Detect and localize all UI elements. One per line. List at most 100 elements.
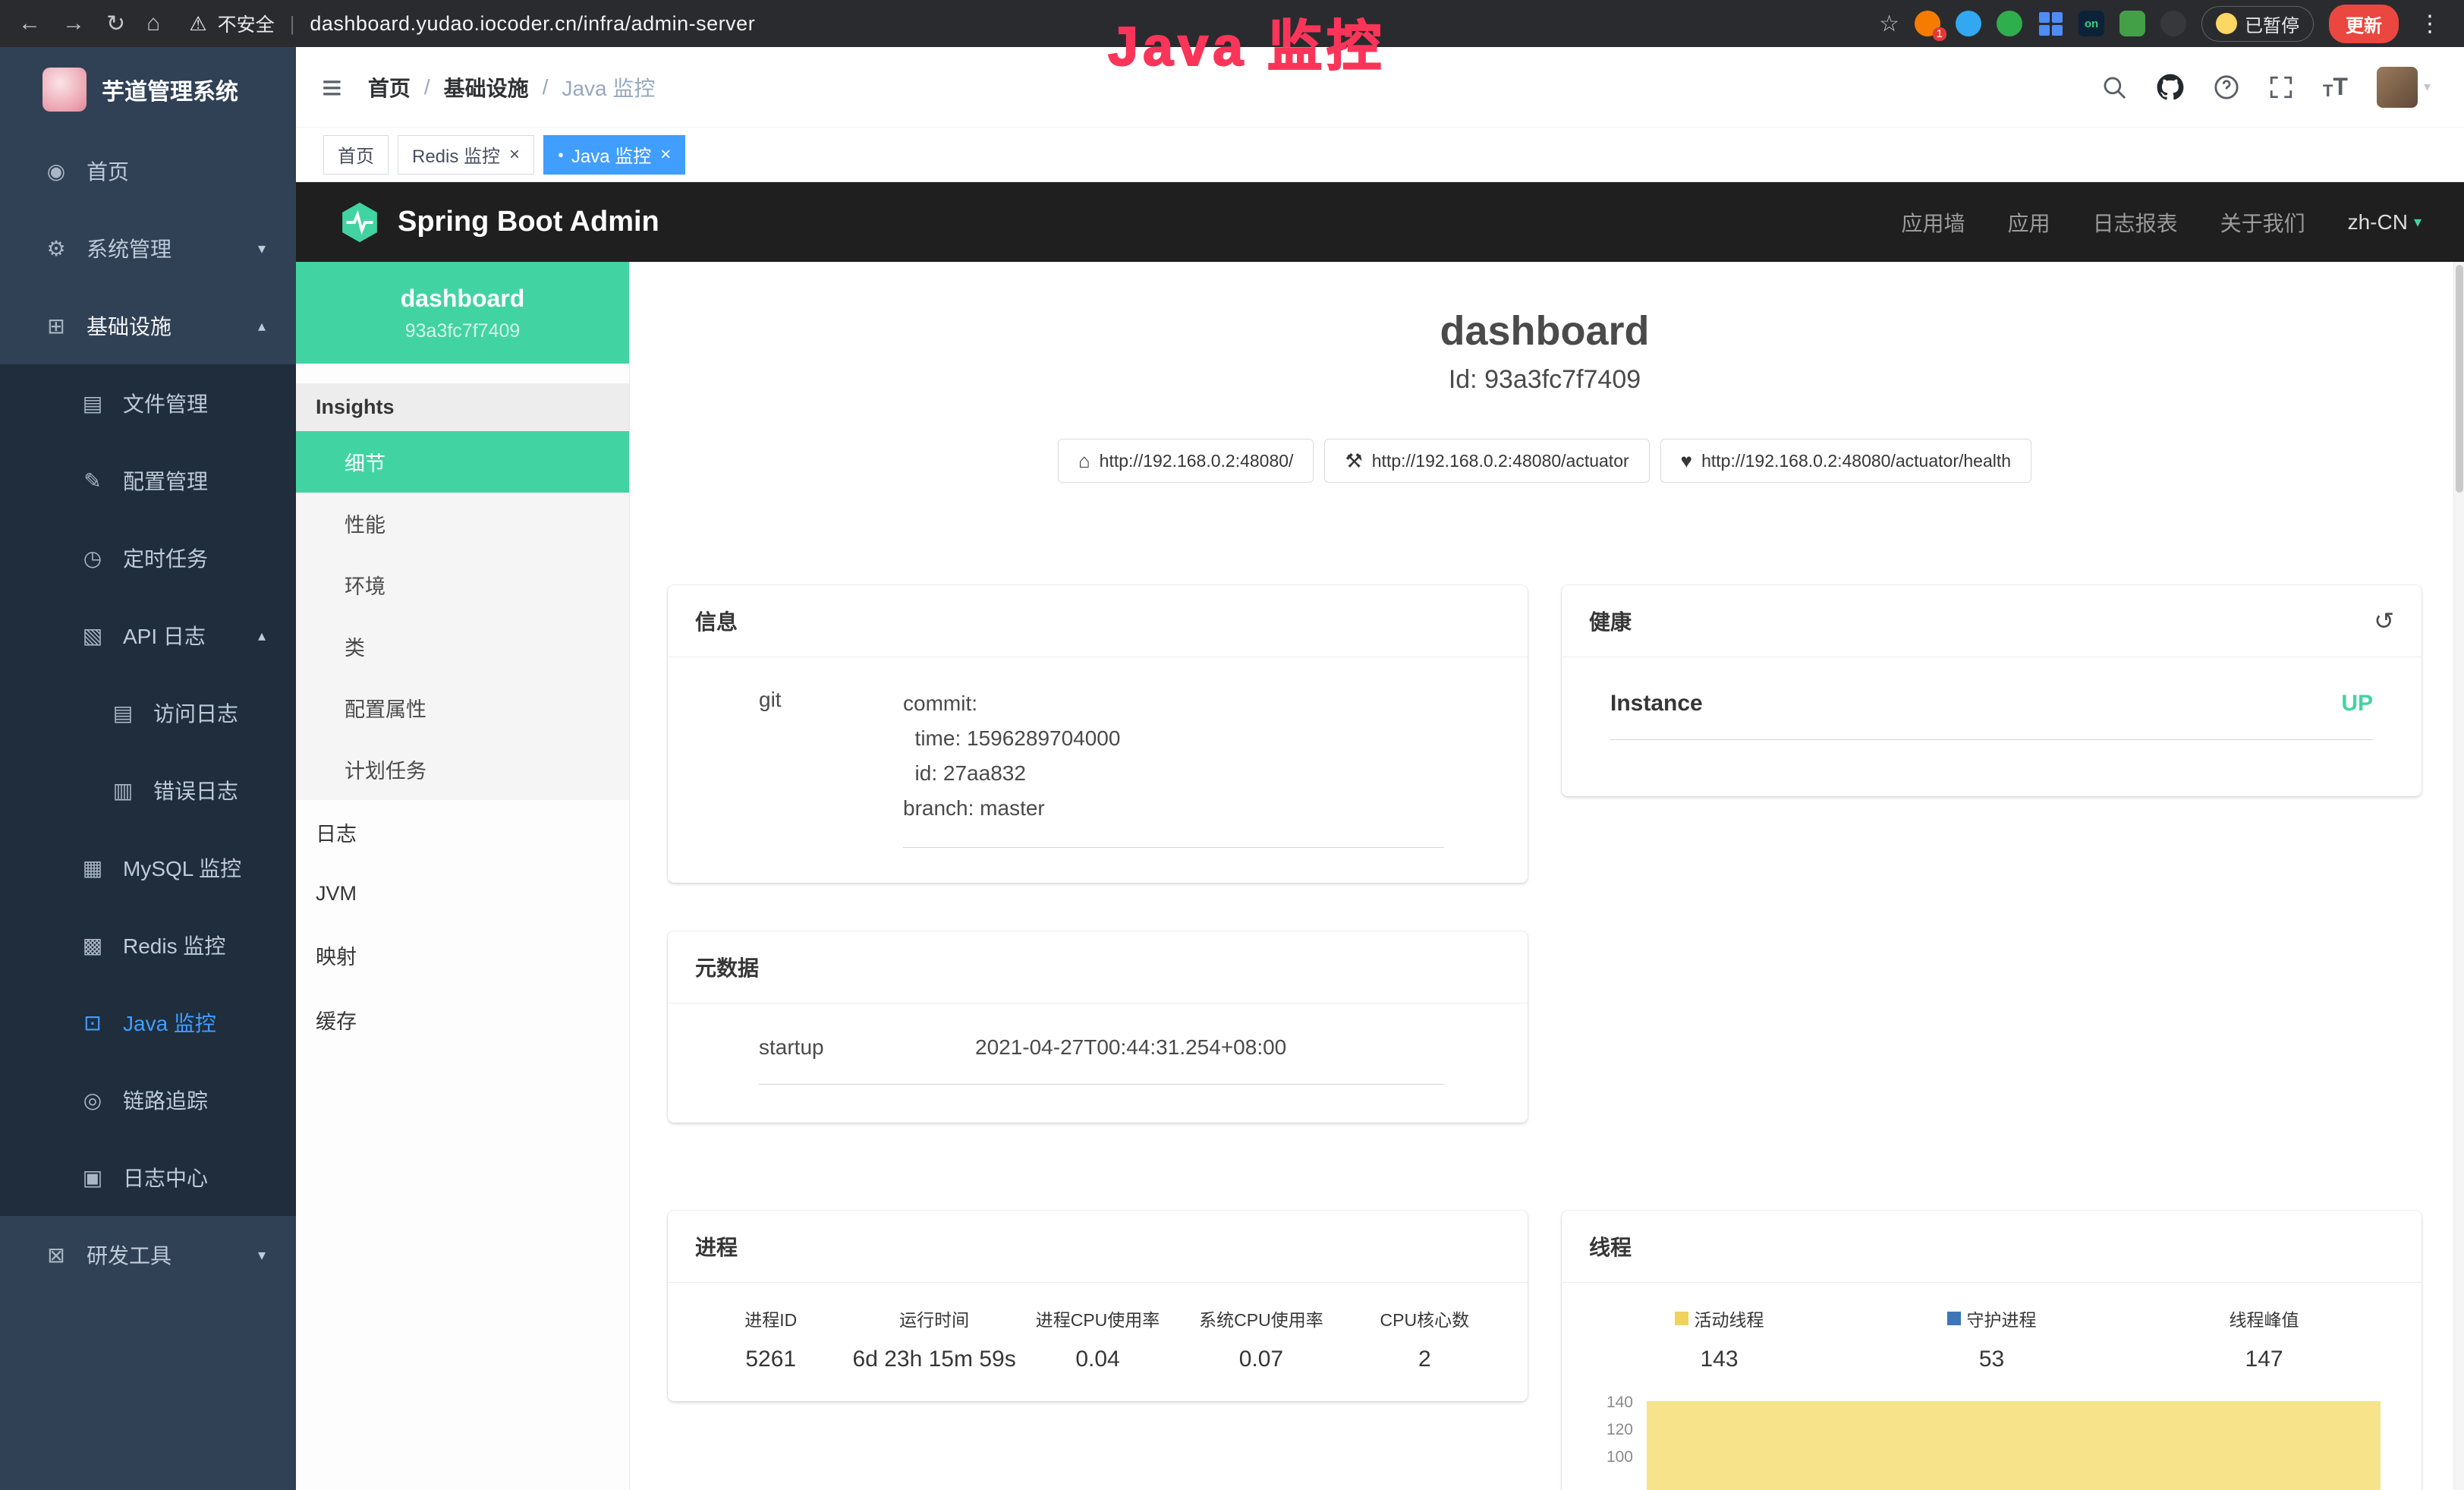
extension-icon-dark[interactable] (2160, 11, 2186, 36)
sidebar-item-scheduled-tasks[interactable]: ◷ 定时任务 (0, 519, 296, 597)
nav-link-journal[interactable]: 日志报表 (2093, 207, 2178, 238)
instance-header[interactable]: dashboard 93a3fc7f7409 (296, 262, 629, 364)
sba-item-config-props[interactable]: 配置属性 (296, 677, 629, 739)
reload-icon[interactable]: ↻ (106, 11, 125, 37)
axis-tick: 120 (1606, 1421, 1633, 1439)
url-text: dashboard.yudao.iocoder.cn/infra/admin-s… (310, 12, 755, 36)
sba-brand-name: Spring Boot Admin (398, 206, 659, 238)
sba-item-performance[interactable]: 性能 (296, 493, 629, 554)
sba-item-details[interactable]: 细节 (296, 431, 629, 493)
sidebar-item-config-management[interactable]: ✎ 配置管理 (0, 442, 296, 519)
tags-view-bar: 首页 Redis 监控 × ● Java 监控 × (296, 128, 2464, 182)
sidebar-item-mysql-monitor[interactable]: ▦ MySQL 监控 (0, 829, 296, 906)
help-icon[interactable] (2214, 74, 2239, 100)
sidebar-item-home[interactable]: ◉ 首页 (0, 132, 296, 209)
close-icon[interactable]: × (660, 144, 671, 165)
stat-label: CPU核心数 (1343, 1306, 1506, 1331)
avatar-caret-icon: ▾ (2424, 79, 2431, 95)
extension-icon-orange[interactable]: 1 (1915, 11, 1940, 36)
stat-pid: 进程ID 5261 (689, 1306, 852, 1372)
sidebar-item-file-management[interactable]: ▤ 文件管理 (0, 364, 296, 442)
sidebar-item-redis-monitor[interactable]: ▩ Redis 监控 (0, 906, 296, 984)
dashboard-icon: ◉ (42, 159, 70, 184)
breadcrumb-home[interactable]: 首页 (368, 72, 411, 102)
sba-logo-icon (338, 201, 381, 244)
sba-item-jvm[interactable]: JVM (296, 865, 629, 923)
search-icon[interactable] (2101, 74, 2127, 100)
info-row-value: commit: time: 1596289704000 id: 27aa832 … (903, 686, 1444, 848)
sba-item-classes[interactable]: 类 (296, 616, 629, 677)
extension-icon-leaf[interactable] (2119, 11, 2145, 36)
sba-item-mappings[interactable]: 映射 (296, 923, 629, 988)
sidebar-item-java-monitor[interactable]: ⊡ Java 监控 (0, 984, 296, 1061)
devtools-icon: ⊠ (42, 1243, 70, 1268)
sidebar-item-api-logs[interactable]: ▧ API 日志 ▴ (0, 597, 296, 674)
locale-label: zh-CN (2348, 210, 2408, 235)
legend-swatch-yellow (1675, 1312, 1688, 1325)
tab-redis-monitor[interactable]: Redis 监控 × (398, 135, 534, 175)
chevron-down-icon: ▾ (2414, 213, 2422, 232)
close-icon[interactable]: × (509, 144, 520, 165)
config-icon: ✎ (79, 468, 106, 493)
stat-cpu-cores: CPU核心数 2 (1343, 1306, 1506, 1372)
extension-icon-blue[interactable] (1956, 11, 1981, 36)
browser-actions: ☆ 1 on 已暂停 更新 ⋮ (1879, 5, 2446, 43)
stat-value: 6d 23h 15m 59s (852, 1347, 1015, 1372)
sidebar-item-error-logs[interactable]: ▥ 错误日志 (0, 751, 296, 829)
browser-home-icon[interactable]: ⌂ (146, 11, 160, 36)
app-logo-row[interactable]: 芋道管理系统 (0, 47, 296, 132)
profile-paused-pill[interactable]: 已暂停 (2201, 6, 2314, 42)
history-icon[interactable]: ↺ (2374, 606, 2394, 635)
back-icon[interactable]: ← (18, 11, 41, 36)
health-instance-row[interactable]: Instance UP (1610, 691, 2373, 740)
sidebar-item-system-management[interactable]: ⚙ 系统管理 ▾ (0, 209, 296, 287)
sidebar-label: MySQL 监控 (123, 852, 241, 883)
sba-item-environment[interactable]: 环境 (296, 554, 629, 616)
legend-live-threads: 活动线程 143 (1583, 1306, 1855, 1372)
health-url-button[interactable]: ♥ http://192.168.0.2:48080/actuator/heal… (1660, 439, 2031, 483)
hamburger-icon[interactable]: ≡ (296, 67, 368, 108)
actuator-url-button[interactable]: ⚒ http://192.168.0.2:48080/actuator (1324, 439, 1649, 483)
legend-label: 线程峰值 (2230, 1306, 2299, 1331)
extension-icon-on[interactable]: on (2079, 11, 2104, 36)
sidebar-label: 基础设施 (87, 310, 172, 341)
fullscreen-icon[interactable] (2268, 74, 2294, 100)
tab-java-monitor[interactable]: ● Java 监控 × (543, 135, 685, 175)
locale-selector[interactable]: zh-CN ▾ (2348, 210, 2422, 235)
scrollbar-thumb[interactable] (2456, 265, 2463, 493)
nav-link-applications[interactable]: 应用 (2008, 207, 2050, 238)
nav-link-wallboard[interactable]: 应用墙 (1902, 207, 1965, 238)
extension-icon-green[interactable] (1997, 11, 2022, 36)
github-icon[interactable] (2156, 73, 2185, 102)
sidebar-item-tracing[interactable]: ◎ 链路追踪 (0, 1061, 296, 1139)
tab-label: Java 监控 (571, 141, 651, 168)
nav-link-about[interactable]: 关于我们 (2220, 207, 2305, 238)
threads-legend: 活动线程 143 守护进程 53 线程峰值 147 (1583, 1306, 2400, 1372)
sidebar-item-dev-tools[interactable]: ⊠ 研发工具 ▾ (0, 1216, 296, 1293)
sidebar-item-access-logs[interactable]: ▤ 访问日志 (0, 674, 296, 751)
user-avatar-wrap[interactable]: ▾ (2377, 67, 2431, 108)
insights-section-header[interactable]: Insights (296, 383, 629, 431)
tab-home[interactable]: 首页 (323, 135, 389, 175)
sba-brand[interactable]: Spring Boot Admin (338, 201, 659, 244)
font-size-icon[interactable]: TT (2323, 73, 2348, 101)
sidebar-item-log-center[interactable]: ▣ 日志中心 (0, 1139, 296, 1216)
sidebar-item-infrastructure[interactable]: ⊞ 基础设施 ▴ (0, 287, 296, 364)
sba-item-scheduled-tasks[interactable]: 计划任务 (296, 739, 629, 800)
breadcrumb-infrastructure[interactable]: 基础设施 (444, 72, 529, 102)
avatar[interactable] (2377, 67, 2418, 108)
address-bar[interactable]: ⚠ 不安全 | dashboard.yudao.iocoder.cn/infra… (189, 10, 755, 37)
breadcrumb-current: Java 监控 (562, 72, 655, 102)
actuator-url: http://192.168.0.2:48080/actuator (1372, 451, 1629, 471)
extension-icon-grid[interactable] (2038, 11, 2063, 36)
browser-update-button[interactable]: 更新 (2329, 5, 2399, 43)
metadata-label: startup (759, 1035, 975, 1060)
bookmark-star-icon[interactable]: ☆ (1879, 11, 1899, 37)
sba-item-caches[interactable]: 缓存 (296, 988, 629, 1052)
scrollbar-track[interactable] (2453, 262, 2464, 1490)
service-url-button[interactable]: ⌂ http://192.168.0.2:48080/ (1058, 439, 1314, 483)
browser-menu-icon[interactable]: ⋮ (2414, 11, 2446, 37)
redis-icon: ▩ (79, 933, 106, 958)
forward-icon[interactable]: → (62, 11, 85, 36)
sba-item-loggers[interactable]: 日志 (296, 800, 629, 865)
